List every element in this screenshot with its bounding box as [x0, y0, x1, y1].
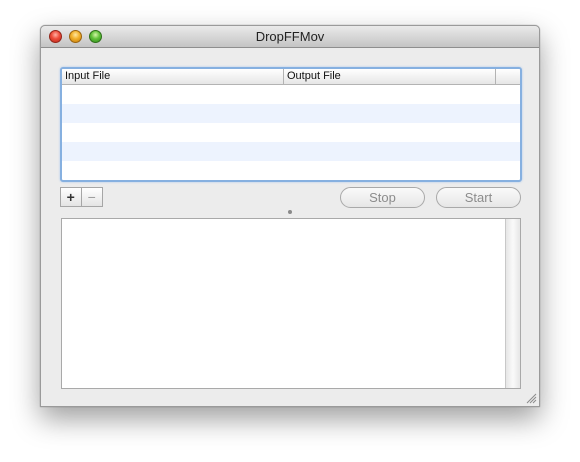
- column-header-input-file[interactable]: Input File: [62, 69, 284, 84]
- window-title: DropFFMov: [255, 29, 325, 44]
- add-remove-control: + −: [60, 187, 103, 207]
- add-file-button[interactable]: +: [61, 188, 82, 206]
- table-row[interactable]: [62, 104, 520, 123]
- resize-grip-icon[interactable]: [526, 393, 537, 404]
- remove-file-button[interactable]: −: [82, 188, 102, 206]
- title-bar[interactable]: DropFFMov: [41, 26, 539, 48]
- table-header: Input File Output File: [62, 69, 520, 85]
- log-output-area[interactable]: [61, 218, 521, 389]
- table-row[interactable]: [62, 161, 520, 180]
- app-window: DropFFMov Input File Output File + − Sto…: [40, 25, 540, 407]
- log-scrollbar[interactable]: [505, 219, 520, 388]
- table-row[interactable]: [62, 142, 520, 161]
- stop-button[interactable]: Stop: [340, 187, 425, 208]
- start-button[interactable]: Start: [436, 187, 521, 208]
- table-row[interactable]: [62, 123, 520, 142]
- column-header-output-file[interactable]: Output File: [284, 69, 496, 84]
- column-header-extra[interactable]: [496, 69, 520, 84]
- table-row[interactable]: [62, 85, 520, 104]
- splitter-handle-icon[interactable]: [288, 210, 292, 214]
- file-table[interactable]: Input File Output File: [60, 67, 522, 182]
